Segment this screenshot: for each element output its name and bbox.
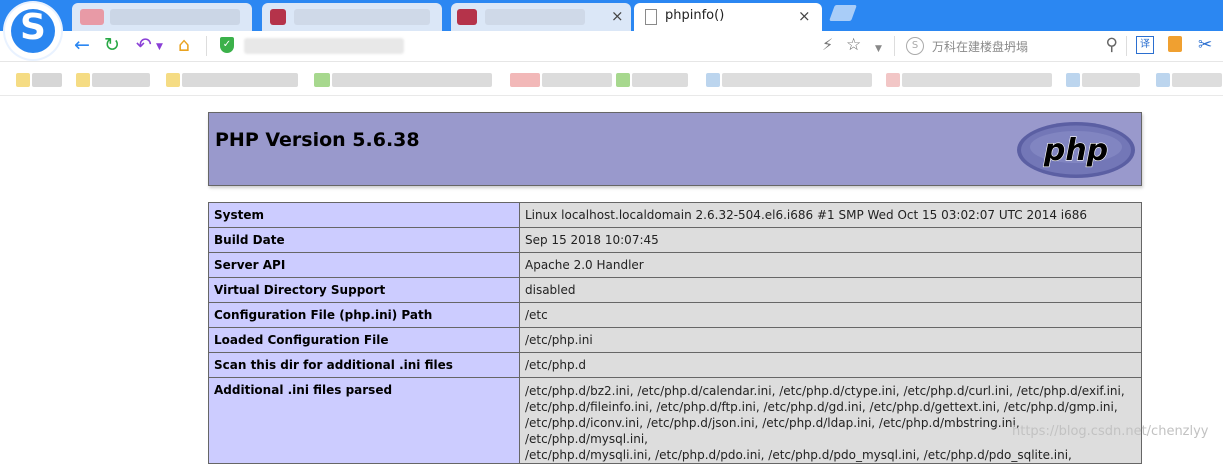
- browser-logo-icon: S: [20, 7, 46, 48]
- row-key: Loaded Configuration File: [208, 327, 520, 353]
- bookmark-item[interactable]: [1172, 73, 1222, 87]
- search-icon[interactable]: ⚲: [1106, 35, 1118, 55]
- bookmark-item[interactable]: [902, 73, 1052, 87]
- bookmark-item[interactable]: [510, 73, 540, 87]
- row-value: Linux localhost.localdomain 2.6.32-504.e…: [519, 202, 1142, 228]
- bookmark-item[interactable]: [1066, 73, 1080, 87]
- shield-icon: ✓: [220, 37, 234, 53]
- bookmark-item[interactable]: [76, 73, 90, 87]
- phpinfo-header: PHP Version 5.6.38 php: [208, 112, 1142, 186]
- table-row: Server API Apache 2.0 Handler: [208, 252, 1142, 278]
- search-placeholder: 万科在建楼盘坍塌: [932, 40, 1029, 54]
- bookmark-item[interactable]: [542, 73, 612, 87]
- watermark: https://blog.csdn.net/chenzlyy: [1012, 424, 1209, 439]
- row-key: Scan this dir for additional .ini files: [208, 352, 520, 378]
- star-icon[interactable]: ☆: [846, 34, 861, 56]
- bookmark-item[interactable]: [16, 73, 30, 87]
- bookmark-item[interactable]: [616, 73, 630, 87]
- tab-title-blurred: [110, 9, 240, 25]
- row-value-line: /etc/php.d/bz2.ini, /etc/php.d/calendar.…: [525, 384, 1125, 398]
- bookmark-item[interactable]: [332, 73, 492, 87]
- tab-title-blurred: [294, 9, 430, 25]
- reload-icon[interactable]: ↻: [104, 34, 120, 56]
- extension-icon[interactable]: [1168, 36, 1182, 52]
- row-key: Virtual Directory Support: [208, 277, 520, 303]
- tab-phpinfo[interactable]: phpinfo() ×: [634, 3, 822, 31]
- row-value: disabled: [519, 277, 1142, 303]
- row-key: Server API: [208, 252, 520, 278]
- tab-favicon: [457, 9, 477, 25]
- bookmark-item[interactable]: [182, 73, 298, 87]
- back-icon[interactable]: ←: [74, 34, 90, 56]
- bookmark-item[interactable]: [722, 73, 872, 87]
- bookmark-item[interactable]: [706, 73, 720, 87]
- phpinfo-table: System Linux localhost.localdomain 2.6.32…: [208, 202, 1142, 464]
- row-value-line: Apache 2.0 Handler: [525, 258, 644, 272]
- row-key: Configuration File (php.ini) Path: [208, 302, 520, 328]
- tab-close-icon[interactable]: ×: [798, 7, 811, 25]
- bookmark-item[interactable]: [886, 73, 900, 87]
- table-row: System Linux localhost.localdomain 2.6.32…: [208, 202, 1142, 228]
- row-value-line: Linux localhost.localdomain 2.6.32-504.e…: [525, 208, 1088, 222]
- row-value: /etc/php.d: [519, 352, 1142, 378]
- tab-title-blurred: [485, 9, 585, 25]
- bookmark-item[interactable]: [1082, 73, 1140, 87]
- tab-title: phpinfo(): [665, 8, 725, 23]
- table-row: Build Date Sep 15 2018 10:07:45: [208, 227, 1142, 253]
- row-value-line: /etc: [525, 308, 548, 322]
- tab-close-icon[interactable]: ×: [611, 7, 624, 25]
- row-value: Sep 15 2018 10:07:45: [519, 227, 1142, 253]
- bookmark-item[interactable]: [32, 73, 62, 87]
- row-value: Apache 2.0 Handler: [519, 252, 1142, 278]
- php-logo-icon[interactable]: php: [1016, 121, 1136, 179]
- address-bar[interactable]: ✓: [214, 34, 814, 58]
- table-row: Configuration File (php.ini) Path/etc: [208, 302, 1142, 328]
- tab-blurred-1[interactable]: [72, 3, 252, 31]
- table-row: Loaded Configuration File/etc/php.ini: [208, 327, 1142, 353]
- tab-blurred-3[interactable]: ×: [451, 3, 631, 31]
- tab-favicon: [270, 9, 286, 25]
- lightning-icon[interactable]: ⚡: [822, 34, 833, 56]
- bookmark-item[interactable]: [166, 73, 180, 87]
- row-key: Additional .ini files parsed: [208, 377, 520, 464]
- table-row: Scan this dir for additional .ini files /…: [208, 352, 1142, 378]
- bookmark-item[interactable]: [632, 73, 688, 87]
- document-icon: [645, 9, 657, 25]
- row-value-line: disabled: [525, 283, 576, 297]
- bookmarks-bar: [0, 62, 1223, 96]
- home-icon[interactable]: ⌂: [178, 34, 190, 56]
- new-tab-button[interactable]: [829, 5, 857, 21]
- row-key: Build Date: [208, 227, 520, 253]
- chevron-down-icon[interactable]: ▼: [875, 38, 882, 60]
- table-row: Additional .ini files parsed/etc/php.d/b…: [208, 377, 1142, 464]
- browser-logo[interactable]: S: [5, 3, 61, 59]
- url-text-blurred: [244, 38, 404, 54]
- translate-icon[interactable]: 译: [1136, 36, 1154, 54]
- page-title: PHP Version 5.6.38: [215, 129, 420, 151]
- bookmark-item[interactable]: [92, 73, 150, 87]
- row-value: /etc/php.ini: [519, 327, 1142, 353]
- table-row: Virtual Directory Support disabled: [208, 277, 1142, 303]
- search-engine-icon: S: [906, 37, 924, 55]
- row-value-line: /etc/php.d/mysqli.ini, /etc/php.d/pdo.in…: [525, 448, 1072, 462]
- tab-favicon: [80, 9, 104, 25]
- chevron-down-icon[interactable]: ▼: [156, 36, 163, 58]
- row-value-line: /etc/php.d/fileinfo.ini, /etc/php.d/ftp.…: [525, 400, 1118, 414]
- php-logo-text: php: [1043, 133, 1108, 168]
- scissors-icon[interactable]: ✂: [1198, 34, 1212, 56]
- tab-blurred-2[interactable]: [262, 3, 442, 31]
- search-box[interactable]: S 万科在建楼盘坍塌 ⚲: [900, 34, 1122, 58]
- tab-bar: × phpinfo() ×: [0, 0, 1223, 31]
- toolbar: ← ↻ ↶ ▼ ⌂ ✓ ⚡ ☆ ▼ S 万科在建楼盘坍塌 ⚲ 译 ✂: [0, 31, 1223, 62]
- row-value-line: Sep 15 2018 10:07:45: [525, 233, 659, 247]
- bookmark-item[interactable]: [314, 73, 330, 87]
- page-content: PHP Version 5.6.38 php System Linux local…: [0, 96, 1223, 464]
- undo-icon[interactable]: ↶: [136, 34, 152, 56]
- row-value-line: /etc/php.ini: [525, 333, 593, 347]
- row-value: /etc/php.d/bz2.ini, /etc/php.d/calendar.…: [519, 377, 1142, 464]
- bookmark-item[interactable]: [1156, 73, 1170, 87]
- row-key: System: [208, 202, 520, 228]
- row-value-line: /etc/php.d: [525, 358, 587, 372]
- row-value: /etc: [519, 302, 1142, 328]
